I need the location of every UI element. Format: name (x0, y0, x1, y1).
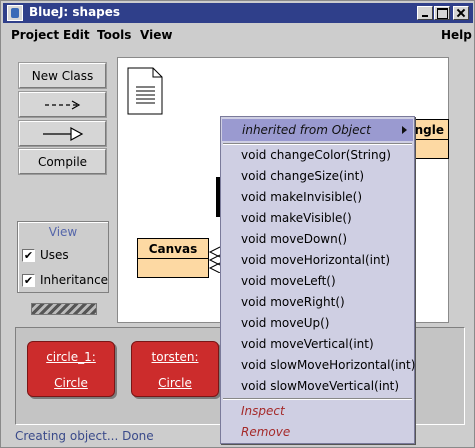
menu-view[interactable]: View (140, 28, 172, 42)
bluej-icon[interactable] (7, 5, 23, 21)
object-name: circle_1: (46, 350, 96, 364)
menu-help[interactable]: Help (441, 28, 472, 42)
new-class-button[interactable]: New Class (18, 62, 107, 89)
object-torsten[interactable]: torsten: Circle (131, 341, 219, 397)
object-circle-1[interactable]: circle_1: Circle (27, 341, 115, 397)
object-context-menu: inherited from Object void changeColor(S… (220, 116, 415, 444)
inheritance-label: Inheritance (40, 273, 109, 287)
app-window: BlueJ: shapes Project Edit Tools View He… (0, 0, 475, 448)
object-name: torsten: (151, 350, 199, 364)
menu-item-change-color[interactable]: void changeColor(String) (241, 147, 391, 163)
inheritance-arrow-button[interactable] (18, 120, 107, 147)
menu-item-inspect[interactable]: Inspect (241, 403, 285, 419)
title-bar[interactable]: BlueJ: shapes (3, 3, 473, 23)
menu-item-move-horizontal[interactable]: void moveHorizontal(int) (241, 252, 390, 268)
readme-document-icon[interactable] (127, 67, 163, 115)
window-title: BlueJ: shapes (29, 5, 121, 19)
class-canvas[interactable]: Canvas (137, 238, 209, 278)
menu-separator (223, 398, 412, 400)
inheritance-checkbox[interactable]: ✔ (22, 274, 35, 287)
menu-item-move-down[interactable]: void moveDown() (241, 231, 347, 247)
status-bar: Creating object... Done (15, 429, 154, 443)
menu-bar: Project Edit Tools View Help (3, 25, 473, 47)
menu-item-remove[interactable]: Remove (241, 424, 290, 440)
view-title: View (48, 225, 78, 239)
menu-item-slow-move-horizontal[interactable]: void slowMoveHorizontal(int) (241, 357, 415, 373)
object-type: Circle (158, 376, 192, 390)
view-panel: View ✔ Uses ✔ Inheritance (17, 221, 109, 293)
menu-tools[interactable]: Tools (97, 28, 131, 42)
object-type: Circle (54, 376, 88, 390)
menu-item-make-visible[interactable]: void makeVisible() (241, 210, 352, 226)
close-button[interactable] (453, 6, 469, 20)
inherited-submenu-label: inherited from Object (242, 123, 371, 137)
menu-item-move-left[interactable]: void moveLeft() (241, 273, 336, 289)
uses-checkbox[interactable]: ✔ (22, 249, 35, 262)
menu-project[interactable]: Project (11, 28, 59, 42)
minimize-button[interactable] (417, 6, 433, 20)
inherited-submenu[interactable]: inherited from Object (222, 119, 413, 141)
menu-item-slow-move-vertical[interactable]: void slowMoveVertical(int) (241, 378, 399, 394)
menu-separator (223, 143, 412, 145)
menu-item-change-size[interactable]: void changeSize(int) (241, 168, 364, 184)
class-name: Canvas (138, 239, 208, 259)
menu-item-move-vertical[interactable]: void moveVertical(int) (241, 336, 374, 352)
uses-label: Uses (40, 248, 69, 262)
menu-item-move-up[interactable]: void moveUp() (241, 315, 330, 331)
submenu-arrow-icon (402, 126, 407, 134)
dependency-arrow-button[interactable] (18, 91, 107, 118)
inheritance-arrow-icon (42, 126, 83, 141)
compile-button[interactable]: Compile (18, 148, 107, 175)
menu-edit[interactable]: Edit (63, 28, 90, 42)
menu-item-make-invisible[interactable]: void makeInvisible() (241, 189, 362, 205)
maximize-button[interactable] (434, 6, 450, 20)
dashed-arrow-icon (44, 99, 80, 110)
menu-item-move-right[interactable]: void moveRight() (241, 294, 345, 310)
machine-activity-indicator (31, 303, 97, 315)
